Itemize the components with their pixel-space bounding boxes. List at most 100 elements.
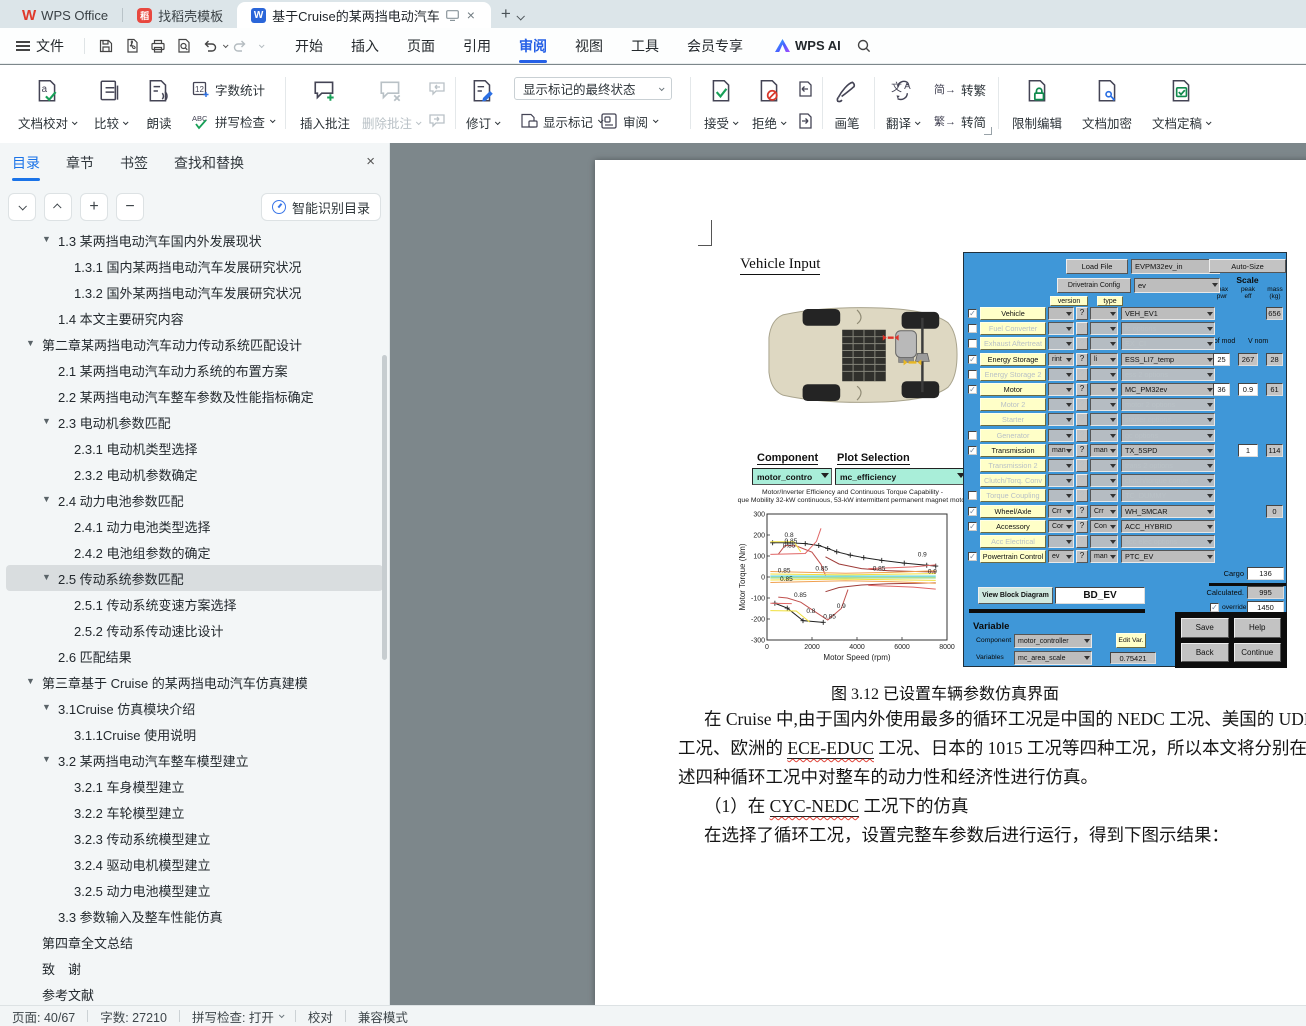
track-changes-button[interactable]: 修订 [462,73,503,135]
tab-document[interactable]: W 基于Cruise的某两挡电动汽车 × [237,2,491,28]
proofing-button[interactable]: 校对 [296,1007,345,1026]
toc-expand-caret-icon[interactable]: ▼ [42,754,51,764]
toc-item[interactable]: 3.3 参数输入及整车性能仿真 [6,903,383,929]
component-checkbox[interactable]: ✓ [968,445,977,455]
toc-item[interactable]: ▼ 2.5 传动系统参数匹配 [6,565,383,591]
toc-item[interactable]: 3.2.1 车身模型建立 [6,773,383,799]
plot-selection-dropdown[interactable]: mc_efficiency [835,468,968,485]
type-dropdown[interactable]: man [1090,443,1118,457]
toc-item[interactable]: 2.3.2 电动机参数确定 [6,461,383,487]
menu-tab-工具[interactable]: 工具 [617,28,673,64]
close-sidebar-icon[interactable]: × [366,153,375,170]
read-aloud-button[interactable]: 朗读 [142,73,176,135]
sidebar-tab-章节[interactable]: 章节 [66,153,94,181]
load-file-button[interactable]: Load File [1066,259,1128,274]
toc-item[interactable]: 1.3.1 国内某两挡电动汽车发展研究状况 [6,253,383,279]
toc-item[interactable]: 2.6 匹配结果 [6,643,383,669]
save-icon[interactable] [93,34,119,58]
zoom-out-toc-button[interactable]: − [116,193,144,221]
encrypt-document-button[interactable]: 文档加密 [1078,73,1136,135]
component-checkbox[interactable]: ✓ [968,521,977,531]
value-field[interactable]: 0.9 [1238,383,1258,396]
help-button[interactable]: ? [1076,383,1088,396]
spell-check-button[interactable]: ABC 拼写检查 [192,109,276,133]
cargo-field[interactable]: 136 [1247,567,1284,580]
version-dropdown[interactable] [1048,474,1074,488]
override-mass-checkbox[interactable]: ✓ [1210,603,1219,612]
help-button[interactable]: ? [1076,307,1088,320]
version-dropdown[interactable]: man [1048,443,1074,457]
type-dropdown[interactable] [1090,398,1118,412]
type-dropdown[interactable] [1090,307,1118,320]
toc-expand-caret-icon[interactable]: ▼ [26,676,35,686]
version-dropdown[interactable]: rint [1048,352,1074,366]
file-dropdown[interactable]: TC_DUMMY [1121,489,1215,503]
file-dropdown[interactable]: trans 2 options [1121,459,1215,472]
sidebar-tab-书签[interactable]: 书签 [120,153,148,181]
doc-proofing-button[interactable]: a 文档校对 [14,73,80,135]
help-button[interactable]: ? [1076,367,1088,381]
sidebar-scrollbar[interactable] [382,355,387,660]
menu-tab-插入[interactable]: 插入 [337,28,393,64]
help-button[interactable]: ? [1076,550,1088,564]
page-indicator[interactable]: 页面: 40/67 [0,1007,87,1026]
component-label-button[interactable]: Powertrain Control [980,550,1046,564]
version-dropdown[interactable] [1048,367,1074,381]
search-icon[interactable] [851,34,877,58]
ink-brush-button[interactable]: 画笔 [830,73,864,135]
file-dropdown[interactable]: ACC_HYBRID [1121,519,1215,533]
version-dropdown[interactable] [1048,383,1074,396]
type-dropdown[interactable]: Con [1090,519,1118,533]
toc-item[interactable]: 3.2.3 传动系统模型建立 [6,825,383,851]
component-label-button[interactable]: Transmission [980,443,1046,457]
load-file-dropdown[interactable]: EVPM32ev_in [1131,259,1220,274]
toc-item[interactable]: 2.3.1 电动机类型选择 [6,435,383,461]
restrict-editing-button[interactable]: 限制编辑 [1008,73,1066,135]
type-dropdown[interactable] [1090,428,1118,442]
component-checkbox[interactable]: ✓ [968,552,977,562]
print-preview-icon[interactable] [171,34,197,58]
type-dropdown[interactable]: Crr [1090,504,1118,518]
component-label-button[interactable]: Energy Storage 2 [980,367,1046,381]
file-dropdown[interactable]: PTC_EV [1121,550,1215,564]
file-dropdown[interactable]: gc options [1121,428,1215,442]
component-label-button[interactable]: Wheel/Axle [980,504,1046,518]
drivetrain-config-dropdown[interactable]: ev [1134,278,1220,293]
menu-tab-开始[interactable]: 开始 [281,28,337,64]
toc-item[interactable]: ▼ 3.2 某两挡电动汽车整车模型建立 [6,747,383,773]
version-dropdown[interactable]: Crr [1048,504,1074,518]
component-checkbox[interactable]: ✓ [968,354,977,364]
file-menu-button[interactable]: 文件 [0,36,76,56]
help-button[interactable]: ? [1076,474,1088,488]
version-dropdown[interactable] [1048,322,1074,336]
toc-expand-caret-icon[interactable]: ▼ [42,494,51,504]
delete-comment-button[interactable]: 删除批注 [358,73,424,135]
file-dropdown[interactable]: clutch/torque conve [1121,474,1215,488]
component-checkbox[interactable] [968,324,977,334]
type-dropdown[interactable] [1090,413,1118,427]
help-button[interactable]: ? [1076,337,1088,351]
component-label-button[interactable]: Vehicle [980,307,1046,320]
finalize-document-button[interactable]: 文档定稿 [1148,73,1214,135]
redo-icon[interactable] [227,34,253,58]
previous-comment-button[interactable] [428,77,446,101]
type-dropdown[interactable] [1090,459,1118,472]
review-pane-button[interactable]: 审阅 [600,109,659,133]
file-dropdown[interactable]: acc elec options [1121,535,1215,548]
toc-item[interactable]: ▼ 第三章基于 Cruise 的某两挡电动汽车仿真建模 [6,669,383,695]
component-checkbox[interactable] [968,430,977,440]
component-label-button[interactable]: Starter [980,413,1046,427]
accept-revision-button[interactable]: 接受 [700,73,741,135]
toc-item[interactable]: 2.4.2 电池组参数的确定 [6,539,383,565]
file-dropdown[interactable]: ESS_LI7_temp [1121,352,1215,366]
toc-item[interactable]: ▼ 1.3 某两挡电动汽车国内外发展现状 [6,227,383,253]
smart-toc-button[interactable]: 智能识别目录 [260,193,381,221]
component-dropdown[interactable]: motor_contro [752,468,832,485]
help-button[interactable]: ? [1076,504,1088,518]
component-checkbox[interactable]: ✓ [968,385,977,394]
collapse-all-button[interactable] [44,193,72,221]
save-button[interactable]: Save [1181,618,1229,638]
markup-state-combobox[interactable]: 显示标记的最终状态 [514,77,672,100]
type-dropdown[interactable]: man [1090,550,1118,564]
component-label-button[interactable]: Generator [980,428,1046,442]
